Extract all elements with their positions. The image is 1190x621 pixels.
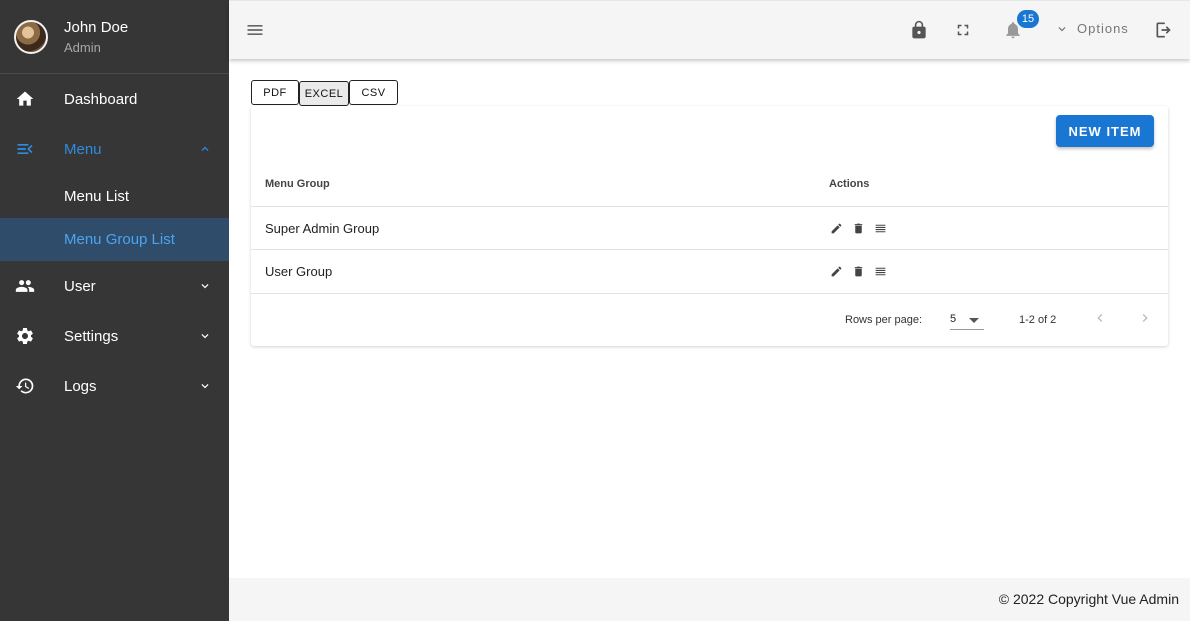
sidebar-item-dashboard[interactable]: Dashboard — [0, 74, 229, 124]
sidebar-item-label: Menu — [64, 140, 102, 158]
sidebar-subitem-menu-list[interactable]: Menu List — [0, 174, 229, 218]
table-row[interactable]: Super Admin Group — [251, 206, 1168, 250]
gear-icon — [14, 325, 36, 347]
chevron-down-icon — [198, 279, 212, 293]
logout-icon — [1156, 22, 1171, 38]
sidebar-subitem-label: Menu Group List — [64, 231, 175, 248]
chevron-up-icon — [198, 142, 212, 156]
export-csv-button[interactable]: CSV — [349, 80, 398, 105]
table-pagination: Rows per page: 5 1-2 of 2 — [251, 293, 1168, 346]
edit-icon[interactable] — [829, 264, 843, 278]
app-footer: © 2022 Copyright Vue Admin — [229, 578, 1190, 621]
chevron-left-icon — [1097, 314, 1103, 322]
options-label: Options — [1077, 21, 1129, 36]
column-header-menu-group[interactable]: Menu Group — [265, 178, 330, 190]
column-header-actions: Actions — [829, 178, 870, 190]
menu-open-icon — [14, 138, 36, 160]
rows-per-page-label: Rows per page: — [845, 314, 923, 326]
chevron-right-icon — [1142, 314, 1148, 322]
hamburger-menu-button[interactable] — [243, 18, 267, 42]
sidebar-item-label: Settings — [64, 327, 119, 345]
lock-button[interactable] — [908, 19, 930, 41]
avatar[interactable] — [14, 19, 48, 54]
new-item-button[interactable]: NEW ITEM — [1056, 115, 1154, 147]
delete-icon[interactable] — [851, 221, 865, 235]
export-excel-button[interactable]: EXCEL — [299, 81, 349, 106]
export-pdf-button[interactable]: PDF — [251, 80, 299, 105]
fullscreen-button[interactable] — [952, 19, 974, 41]
sidebar: John Doe Admin Dashboard Menu Menu List … — [0, 0, 229, 621]
home-icon — [14, 88, 36, 110]
sidebar-item-label: Dashboard — [64, 90, 138, 108]
reorder-icon[interactable] — [873, 221, 887, 235]
rows-per-page-select[interactable]: 5 — [950, 307, 984, 330]
next-page-button[interactable] — [1134, 307, 1156, 329]
reorder-icon[interactable] — [873, 264, 887, 278]
sidebar-item-menu[interactable]: Menu — [0, 124, 229, 174]
row-actions — [829, 264, 887, 278]
sidebar-subitem-label: Menu List — [64, 188, 130, 205]
fullscreen-icon — [957, 24, 969, 36]
sidebar-subitem-menu-group-list[interactable]: Menu Group List — [0, 218, 229, 261]
lock-icon — [912, 20, 926, 39]
rows-per-page-value: 5 — [950, 313, 957, 325]
edit-icon[interactable] — [829, 221, 843, 235]
notifications-button[interactable]: 15 — [1002, 10, 1039, 41]
delete-icon[interactable] — [851, 264, 865, 278]
chevron-down-icon — [198, 379, 212, 393]
notification-count-badge: 15 — [1017, 10, 1039, 28]
menu-group-cell: User Group — [265, 264, 333, 279]
caret-down-icon — [969, 318, 979, 323]
logout-button[interactable] — [1153, 19, 1175, 41]
sidebar-item-user[interactable]: User — [0, 261, 229, 311]
history-icon — [14, 375, 36, 397]
pagination-range: 1-2 of 2 — [1019, 314, 1057, 326]
options-dropdown[interactable]: Options — [1055, 21, 1129, 36]
row-actions — [829, 221, 887, 235]
previous-page-button[interactable] — [1089, 307, 1111, 329]
user-role: Admin — [64, 39, 101, 55]
menu-group-table-card: NEW ITEM Menu Group Actions Super Admin … — [251, 106, 1168, 346]
people-icon — [14, 275, 36, 297]
sidebar-item-logs[interactable]: Logs — [0, 361, 229, 411]
copyright-text: © 2022 Copyright Vue Admin — [998, 591, 1179, 607]
chevron-down-icon — [198, 329, 212, 343]
table-row[interactable]: User Group — [251, 249, 1168, 293]
user-name: John Doe — [64, 18, 129, 36]
user-profile: John Doe Admin — [0, 0, 229, 74]
sidebar-item-settings[interactable]: Settings — [0, 311, 229, 361]
hamburger-icon — [247, 25, 263, 35]
sidebar-item-label: Logs — [64, 377, 97, 395]
top-app-bar: 15 Options — [229, 0, 1190, 59]
sidebar-item-label: User — [64, 277, 96, 295]
menu-group-cell: Super Admin Group — [265, 221, 380, 236]
chevron-down-icon — [1058, 26, 1066, 31]
